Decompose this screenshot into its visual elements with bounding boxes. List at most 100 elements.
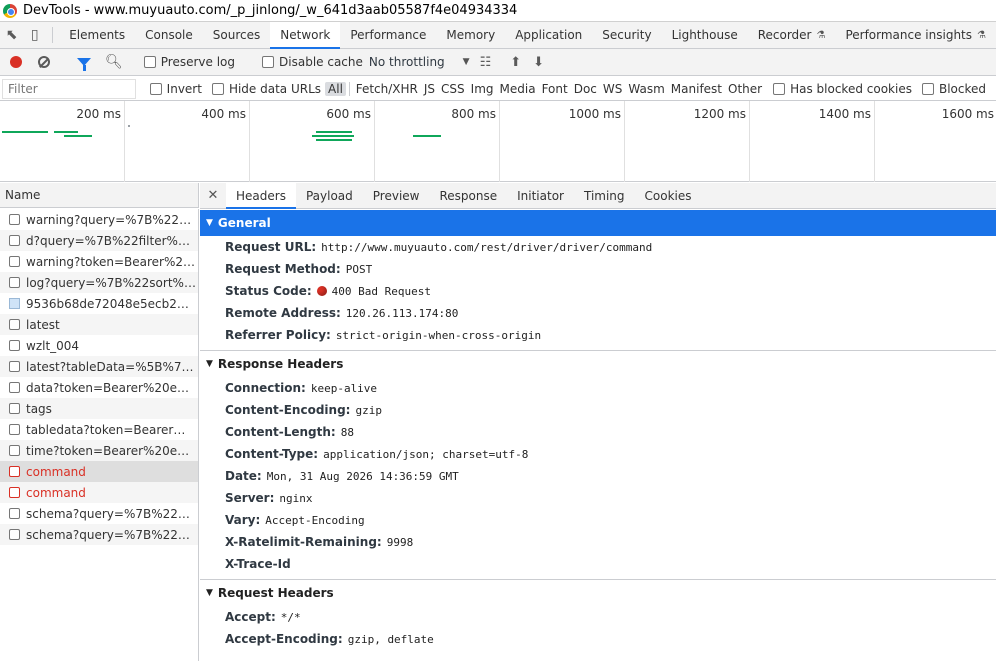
header-row: Vary: Accept-Encoding: [200, 509, 996, 531]
request-row[interactable]: warning?query=%7B%22sort%22...: [0, 209, 198, 230]
export-har-icon[interactable]: ⬇: [533, 55, 544, 70]
request-row[interactable]: command: [0, 482, 198, 503]
tab-payload[interactable]: Payload: [296, 183, 363, 208]
tab-performance-insights[interactable]: Performance insights ⚗: [835, 22, 996, 48]
tab-memory[interactable]: Memory: [436, 22, 505, 48]
filter-type-doc[interactable]: Doc: [571, 82, 600, 96]
response-headers-section: Connection: keep-alive Content-Encoding: gz…: [200, 377, 996, 575]
request-type-icon: [9, 340, 20, 351]
invert-checkbox[interactable]: [149, 82, 162, 95]
window-titlebar: DevTools - www.muyuauto.com/_p_jinlong/_…: [0, 0, 996, 22]
filter-type-font[interactable]: Font: [539, 82, 571, 96]
header-value: POST: [345, 262, 373, 276]
filter-type-js[interactable]: JS: [421, 82, 438, 96]
header-key: Remote Address:: [225, 306, 341, 320]
tab-label: Network: [280, 28, 331, 42]
header-key: Vary:: [225, 513, 261, 527]
request-row[interactable]: wzlt_004: [0, 335, 198, 356]
import-har-icon[interactable]: ⬆: [510, 55, 521, 70]
general-section-header[interactable]: ▼ General: [200, 210, 996, 236]
clear-icon[interactable]: [38, 56, 50, 68]
request-row[interactable]: tabledata?token=Bearer%20e...: [0, 419, 198, 440]
tab-sources[interactable]: Sources: [203, 22, 270, 48]
tab-security[interactable]: Security: [592, 22, 661, 48]
tab-preview[interactable]: Preview: [363, 183, 430, 208]
request-row[interactable]: latest?tableData=%5B%7B%2...: [0, 356, 198, 377]
search-icon[interactable]: 🔍︎: [105, 54, 123, 70]
tab-label: Memory: [446, 28, 496, 42]
tab-console[interactable]: Console: [135, 22, 203, 48]
detail-tabbar: ✕ Headers Payload Preview Response Initi…: [200, 183, 996, 209]
tab-cookies[interactable]: Cookies: [635, 183, 702, 208]
device-toolbar-icon[interactable]: ▯: [23, 22, 46, 48]
request-name: time?token=Bearer%20eyJhb...: [26, 443, 196, 458]
network-conditions-icon[interactable]: ☷: [480, 55, 492, 70]
name-column-header[interactable]: Name: [0, 183, 199, 208]
filter-type-manifest[interactable]: Manifest: [668, 82, 725, 96]
request-row[interactable]: schema?query=%7B%22proje...: [0, 503, 198, 524]
inspect-element-icon[interactable]: ⬉: [0, 22, 23, 48]
filter-type-img[interactable]: Img: [468, 82, 497, 96]
request-headers-section: Accept: */* Accept-Encoding: gzip, deflate: [200, 606, 996, 650]
filter-icon[interactable]: [77, 58, 91, 71]
tab-response[interactable]: Response: [429, 183, 507, 208]
request-type-icon: [9, 403, 20, 414]
blocked-label: Blocked: [938, 81, 986, 96]
tab-network[interactable]: Network: [270, 22, 341, 49]
filter-type-fetch-xhr[interactable]: Fetch/XHR: [353, 82, 421, 96]
hide-data-urls-checkbox[interactable]: [211, 82, 224, 95]
request-name: schema?query=%7B%22proje...: [26, 527, 196, 542]
tab-label: Elements: [69, 28, 126, 42]
request-row[interactable]: warning?token=Bearer%20eyJ...: [0, 251, 198, 272]
header-row: Content-Type: application/json; charset=u…: [200, 443, 996, 465]
request-type-icon: [9, 319, 20, 330]
blocked-checkbox[interactable]: [921, 82, 934, 95]
tab-label: Timing: [583, 188, 625, 203]
tab-label: Lighthouse: [671, 28, 738, 42]
network-overview[interactable]: 200 ms 400 ms 600 ms 800 ms 1000 ms 1200…: [0, 101, 996, 182]
filter-type-css[interactable]: CSS: [438, 82, 468, 96]
header-key: Connection:: [225, 381, 306, 395]
filter-type-media[interactable]: Media: [497, 82, 539, 96]
chrome-icon: [3, 3, 17, 18]
request-type-icon: [9, 256, 20, 267]
request-row[interactable]: log?query=%7B%22sort%22...: [0, 272, 198, 293]
request-row[interactable]: data?token=Bearer%20eyJhb...: [0, 377, 198, 398]
request-name: command: [26, 485, 86, 500]
filter-type-ws[interactable]: WS: [600, 82, 625, 96]
header-row: Content-Encoding: gzip: [200, 399, 996, 421]
filter-bar: Filter Invert Hide data URLs All Fetch/X…: [0, 77, 996, 101]
request-headers-section-header[interactable]: ▼ Request Headers: [200, 580, 996, 606]
throttling-select[interactable]: No throttling ▼: [369, 55, 470, 69]
close-icon[interactable]: ✕: [200, 183, 226, 208]
tab-recorder[interactable]: Recorder ⚗: [748, 22, 836, 48]
overview-tick-label: 1000 ms: [568, 107, 621, 121]
response-headers-section-header[interactable]: ▼ Response Headers: [200, 351, 996, 377]
tab-elements[interactable]: Elements: [59, 22, 135, 48]
request-row[interactable]: latest: [0, 314, 198, 335]
request-name: 9536b68de72048e5ecb24be8...: [26, 296, 196, 311]
request-row[interactable]: command: [0, 461, 198, 482]
record-icon[interactable]: [10, 56, 22, 68]
preserve-log-checkbox[interactable]: [143, 56, 156, 68]
request-type-icon: [9, 277, 20, 288]
has-blocked-cookies-checkbox[interactable]: [773, 82, 786, 95]
tab-application[interactable]: Application: [505, 22, 592, 48]
filter-type-wasm[interactable]: Wasm: [625, 82, 667, 96]
overview-bar: [316, 139, 352, 141]
filter-type-all[interactable]: All: [325, 81, 346, 96]
request-row[interactable]: schema?query=%7B%22proje...: [0, 524, 198, 545]
filter-type-other[interactable]: Other: [725, 82, 765, 96]
tab-headers[interactable]: Headers: [226, 183, 296, 209]
tab-timing[interactable]: Timing: [574, 183, 635, 208]
request-row[interactable]: d?query=%7B%22filter%22%...: [0, 230, 198, 251]
request-row[interactable]: tags: [0, 398, 198, 419]
disable-cache-checkbox[interactable]: [262, 56, 275, 68]
filter-input[interactable]: Filter: [2, 78, 136, 99]
tab-initiator[interactable]: Initiator: [507, 183, 574, 208]
request-row[interactable]: 9536b68de72048e5ecb24be8...: [0, 293, 198, 314]
request-row[interactable]: time?token=Bearer%20eyJhb...: [0, 440, 198, 461]
tab-performance[interactable]: Performance: [340, 22, 436, 48]
tab-lighthouse[interactable]: Lighthouse: [662, 22, 748, 48]
request-name: warning?query=%7B%22sort%22...: [26, 212, 196, 227]
